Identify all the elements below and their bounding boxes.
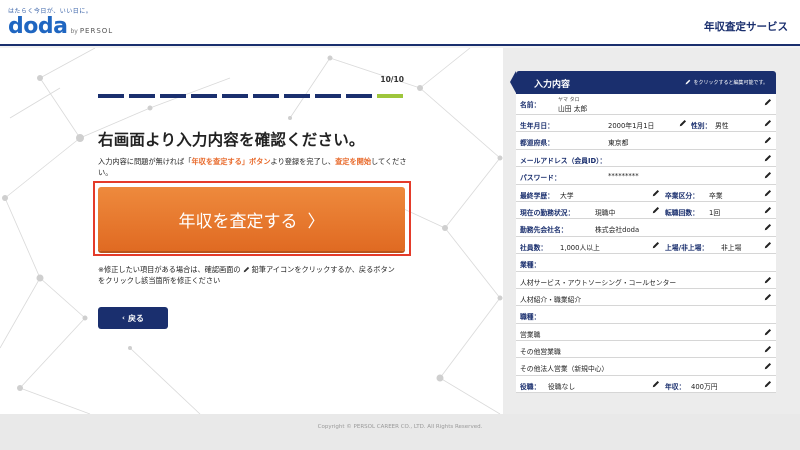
site-header: はたらく今日が、いい日に。 doda by PERSOL 年収査定サービス [0, 0, 800, 46]
pencil-icon [243, 266, 249, 273]
progress-step [191, 94, 217, 98]
summary-row-email: メールアドレス（会員ID）： [516, 150, 776, 168]
doda-logo[interactable]: はたらく今日が、いい日に。 doda by PERSOL [8, 6, 113, 38]
name-value: 山田 太郎 [558, 105, 588, 113]
pencil-icon[interactable] [652, 241, 660, 249]
summary-panel-title: 入力内容 [534, 80, 571, 90]
summary-row-name: 名前： ヤマ タロ 山田 太郎 [516, 94, 776, 115]
pencil-icon[interactable] [764, 362, 772, 370]
pencil-icon[interactable] [764, 223, 772, 231]
chevron-left-icon: ‹ [122, 314, 125, 322]
pencil-icon[interactable] [652, 206, 660, 214]
progress-steps [98, 94, 403, 98]
summary-row-occupation-3: その他法人営業（新規中心） [516, 358, 776, 376]
pencil-icon[interactable] [764, 98, 772, 106]
summary-rows: 名前： ヤマ タロ 山田 太郎 生年月日： 2000年1月1日 性別： 男性 都… [516, 94, 776, 394]
copyright-text: Copyright © PERSOL CAREER CO., LTD. All … [317, 424, 483, 430]
pencil-icon[interactable] [764, 276, 772, 284]
pencil-icon [686, 79, 691, 85]
summary-row-company: 勤務先会社名： 株式会社doda [516, 219, 776, 237]
page-headline: 右画面より入力内容を確認ください。 [98, 131, 365, 149]
assess-income-label: 年収を査定する [178, 211, 298, 232]
correction-note: ※修正したい項目がある場合は、確認画面の 鉛筆アイコンをクリックするか、戻るボタン… [98, 265, 395, 285]
summary-row-employment-status: 現在の勤務状況： 現職中 転職回数： 1回 [516, 202, 776, 220]
pencil-icon[interactable] [652, 380, 660, 388]
summary-row-position: 役職： 役職なし 年収： 400万円 [516, 376, 776, 394]
summary-row-prefecture: 都道府県： 東京都 [516, 132, 776, 150]
logo-by: by [70, 28, 78, 35]
progress-step [98, 94, 124, 98]
progress-step [315, 94, 341, 98]
back-button[interactable]: ‹ 戻る [98, 307, 168, 329]
summary-row-occupation-2: その他営業職 [516, 341, 776, 359]
assess-income-button[interactable]: 年収を査定する 〉 [98, 187, 405, 251]
pencil-icon[interactable] [764, 380, 772, 388]
pencil-icon[interactable] [764, 136, 772, 144]
name-label: 名前： [520, 101, 541, 109]
summary-row-industry-2: 人材紹介・職業紹介 [516, 289, 776, 307]
pencil-icon[interactable] [764, 328, 772, 336]
summary-panel: 入力内容 をクリックすると編集可能です。 名前： ヤマ タロ 山田 太郎 生年月… [503, 48, 800, 414]
pencil-icon[interactable] [764, 206, 772, 214]
instruction-text: 入力内容に問題が無ければ「年収を査定する」ボタンより登録を完了し、査定を開始して… [98, 157, 407, 177]
pencil-icon[interactable] [764, 119, 772, 127]
progress-step [284, 94, 310, 98]
summary-row-password: パスワード： ********* [516, 167, 776, 185]
pencil-icon[interactable] [652, 189, 660, 197]
edit-hint: をクリックすると編集可能です。 [685, 79, 768, 86]
summary-row-industry-label: 業種： [516, 254, 776, 272]
progress-step [253, 94, 279, 98]
pencil-icon[interactable] [764, 171, 772, 179]
service-title: 年収査定サービス [704, 21, 788, 33]
site-footer: Copyright © PERSOL CAREER CO., LTD. All … [0, 414, 800, 450]
progress-step-current [377, 94, 403, 98]
progress-step [129, 94, 155, 98]
back-label: 戻る [127, 313, 144, 323]
progress-step [222, 94, 248, 98]
summary-row-employees: 社員数： 1,000人以上 上場/非上場： 非上場 [516, 237, 776, 255]
pencil-icon[interactable] [679, 119, 687, 127]
pencil-icon[interactable] [764, 293, 772, 301]
name-kana: ヤマ タロ [558, 97, 580, 103]
pencil-icon[interactable] [764, 154, 772, 162]
step-count: 10/10 [380, 75, 404, 84]
chevron-right-icon: 〉 [307, 211, 325, 232]
summary-panel-header: 入力内容 をクリックすると編集可能です。 [510, 71, 776, 94]
pencil-icon[interactable] [764, 345, 772, 353]
progress-step [346, 94, 372, 98]
summary-row-occupation-label: 職種： [516, 306, 776, 324]
progress-step [160, 94, 186, 98]
pencil-icon[interactable] [764, 189, 772, 197]
summary-row-industry-1: 人材サービス・アウトソーシング・コールセンター [516, 272, 776, 289]
summary-row-birth: 生年月日： 2000年1月1日 性別： 男性 [516, 115, 776, 133]
logo-persol: PERSOL [79, 27, 114, 35]
pencil-icon[interactable] [764, 241, 772, 249]
logo-wordmark: doda [8, 14, 68, 39]
summary-row-education: 最終学歴： 大学 卒業区分： 卒業 [516, 185, 776, 202]
summary-row-occupation-1: 営業職 [516, 324, 776, 342]
